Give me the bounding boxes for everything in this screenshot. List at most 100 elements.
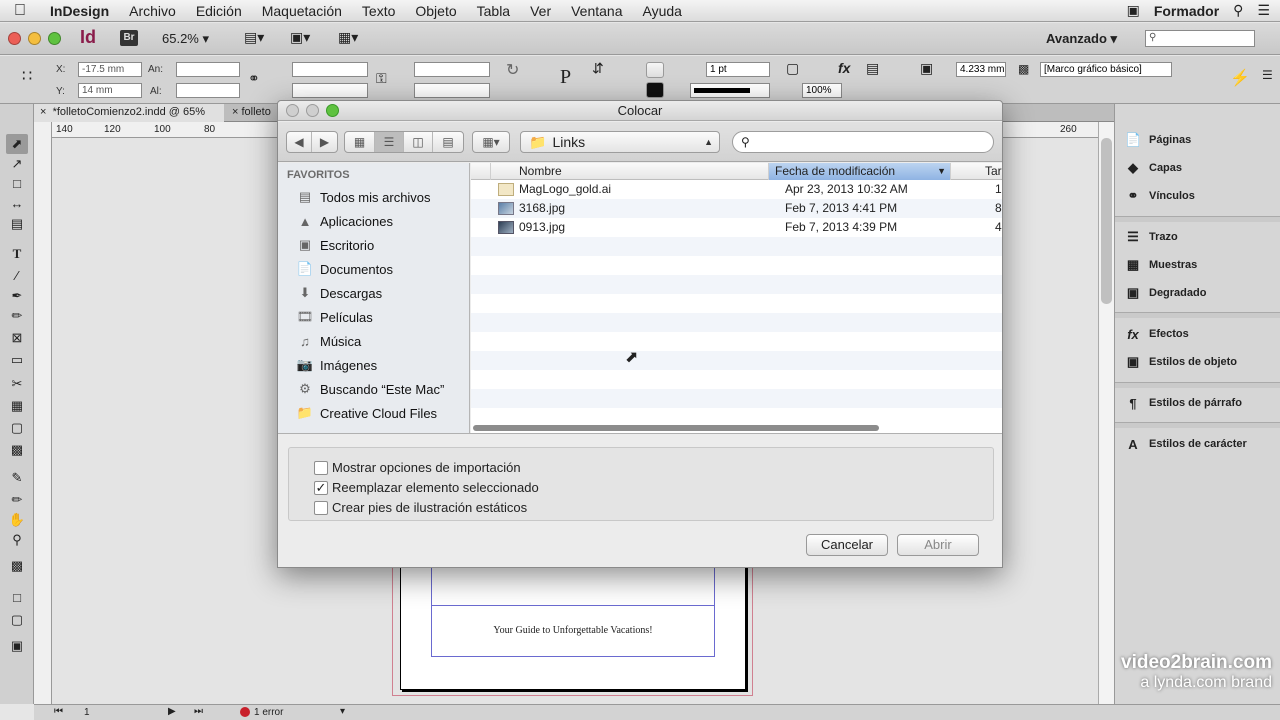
menu-objeto[interactable]: Objeto xyxy=(405,3,466,19)
gradient-feather-tool-icon[interactable]: ▩ xyxy=(6,440,28,460)
sidebar-item-musica[interactable]: ♫ Música xyxy=(296,329,361,353)
document-page[interactable]: Your Guide to Unforgettable Vacations! xyxy=(400,560,746,690)
panel-degradado[interactable]: ▣ Degradado xyxy=(1125,281,1207,305)
user-name[interactable]: Formador xyxy=(1154,3,1219,19)
sidebar-item-todos[interactable]: ▤ Todos mis archivos xyxy=(296,185,431,209)
menu-tabla[interactable]: Tabla xyxy=(467,3,520,19)
frame-size-icon[interactable]: ▣ xyxy=(920,60,933,77)
opacity-field[interactable]: 100% xyxy=(802,83,842,98)
note-tool-icon[interactable]: ✎ xyxy=(6,468,28,488)
dialog-zoom-button[interactable] xyxy=(326,104,339,117)
finder-search-input[interactable]: ⚲ xyxy=(732,131,994,153)
column-name[interactable]: Nombre xyxy=(491,163,769,180)
stroke-swatch[interactable] xyxy=(646,82,664,98)
gradient-swatch-tool-icon[interactable]: ▢ xyxy=(6,418,28,438)
panel-trazo[interactable]: ☰ Trazo xyxy=(1125,225,1178,249)
cancel-button[interactable]: Cancelar xyxy=(806,534,888,556)
preflight-menu-icon[interactable]: ▾ xyxy=(340,706,345,717)
minimize-window-button[interactable] xyxy=(28,32,41,45)
fill-stroke-icon[interactable]: ▩ xyxy=(6,556,28,576)
view-mode-icon[interactable]: ▣ xyxy=(6,636,28,656)
forward-button[interactable]: ▶ xyxy=(312,132,337,152)
selection-tool-icon[interactable]: ⬈ xyxy=(6,134,28,154)
menu-app[interactable]: InDesign xyxy=(40,3,119,19)
option-create-captions[interactable]: Crear pies de ilustración estáticos xyxy=(314,500,527,515)
zoom-window-button[interactable] xyxy=(48,32,61,45)
scroll-thumb[interactable] xyxy=(1101,138,1112,304)
file-row[interactable]: MagLogo_gold.ai Apr 23, 2013 10:32 AM 1 xyxy=(471,180,1002,199)
checkbox-show-import[interactable] xyxy=(314,460,328,475)
menu-ventana[interactable]: Ventana xyxy=(561,3,632,19)
sidebar-item-documentos[interactable]: 📄 Documentos xyxy=(296,257,393,281)
dialog-titlebar[interactable]: Colocar xyxy=(278,101,1002,121)
option-replace-selected[interactable]: ✓ Reemplazar elemento seleccionado xyxy=(314,480,539,495)
arrange-button[interactable]: ▦▾ xyxy=(472,131,510,153)
panel-estilos-caracter[interactable]: A Estilos de carácter xyxy=(1125,432,1247,456)
align-icon[interactable]: ▤ xyxy=(866,60,879,77)
stroke-type-select[interactable] xyxy=(690,83,770,98)
reference-point-icon[interactable]: ∷ xyxy=(22,66,32,86)
height-field[interactable] xyxy=(176,83,240,98)
back-button[interactable]: ◀ xyxy=(287,132,312,152)
preflight-status[interactable]: 1 error xyxy=(254,707,283,718)
y-field[interactable]: 14 mm xyxy=(78,83,142,98)
coverflow-view-icon[interactable]: ▤ xyxy=(433,132,463,152)
horizontal-scrollbar[interactable] xyxy=(473,425,879,431)
view-options-icon[interactable]: ▤▾ xyxy=(244,29,264,46)
x-field[interactable]: -17.5 mm xyxy=(78,62,142,77)
sidebar-item-imagenes[interactable]: 📷 Imágenes xyxy=(296,353,377,377)
corner-size-field[interactable]: 4.233 mm xyxy=(956,62,1006,77)
scale-x-field[interactable] xyxy=(292,62,368,77)
column-view-icon[interactable]: ◫ xyxy=(404,132,433,152)
column-size[interactable]: Tar xyxy=(951,163,1002,180)
stroke-weight-field[interactable]: 1 pt xyxy=(706,62,770,77)
fx-icon[interactable]: fx xyxy=(838,60,850,76)
formatting-container-icon[interactable]: □ xyxy=(6,588,28,608)
panel-muestras[interactable]: ▦ Muestras xyxy=(1125,253,1197,277)
panel-group-divider[interactable] xyxy=(1115,312,1280,318)
dialog-close-button[interactable] xyxy=(286,104,299,117)
panel-group-divider[interactable] xyxy=(1115,216,1280,222)
workspace-select[interactable]: Avanzado ▾ xyxy=(1046,31,1117,47)
scale-y-field[interactable] xyxy=(292,83,368,98)
page-tool-icon[interactable]: □ xyxy=(6,174,28,194)
pen-tool-icon[interactable]: ✒ xyxy=(6,286,28,306)
panel-group-divider[interactable] xyxy=(1115,382,1280,388)
panel-efectos[interactable]: fx Efectos xyxy=(1125,322,1189,346)
panel-estilos-parrafo[interactable]: ¶ Estilos de párrafo xyxy=(1125,391,1242,415)
scissors-tool-icon[interactable]: ✂ xyxy=(6,374,28,394)
free-transform-tool-icon[interactable]: ▦ xyxy=(6,396,28,416)
sidebar-item-creative-cloud[interactable]: 📁 Creative Cloud Files xyxy=(296,401,437,425)
sidebar-item-descargas[interactable]: ⬇ Descargas xyxy=(296,281,383,305)
fitting-icon[interactable]: ▢ xyxy=(786,60,799,77)
sidebar-item-escritorio[interactable]: ▣ Escritorio xyxy=(296,233,374,257)
constrain-proportions-icon[interactable]: ⚭ xyxy=(248,70,260,87)
rotate-field[interactable] xyxy=(414,62,490,77)
menu-ver[interactable]: Ver xyxy=(520,3,561,19)
vertical-ruler[interactable] xyxy=(34,122,52,704)
zoom-tool-icon[interactable]: ⚲ xyxy=(6,530,28,550)
gap-tool-icon[interactable]: ↔ xyxy=(6,194,28,214)
folder-path-select[interactable]: 📁 Links ▲ xyxy=(520,131,720,153)
screen-record-icon[interactable]: ▣ xyxy=(1127,2,1140,19)
type-tool-icon[interactable]: T xyxy=(6,244,28,264)
menu-maquetacion[interactable]: Maquetación xyxy=(252,3,352,19)
icon-view-icon[interactable]: ▦ xyxy=(345,132,375,152)
menu-archivo[interactable]: Archivo xyxy=(119,3,186,19)
rotate-icon[interactable]: ↻ xyxy=(506,60,519,80)
spotlight-search-icon[interactable]: ⚲ xyxy=(1233,2,1243,19)
tab-folletocomienzo2[interactable]: × *folletoComienzo2.indd @ 65% xyxy=(34,104,224,122)
menu-edicion[interactable]: Edición xyxy=(186,3,252,19)
help-search-input[interactable]: ⚲ xyxy=(1145,30,1255,47)
column-date[interactable]: Fecha de modificación ▼ xyxy=(769,163,951,180)
fill-swatch[interactable] xyxy=(646,62,664,78)
vertical-scrollbar[interactable] xyxy=(1098,122,1114,704)
lightning-icon[interactable]: ⚡ xyxy=(1230,68,1250,88)
line-tool-icon[interactable]: ∕ xyxy=(6,266,28,286)
rectangle-frame-tool-icon[interactable]: ⊠ xyxy=(6,328,28,348)
last-page-icon[interactable]: ⏭ xyxy=(194,706,203,717)
panel-capas[interactable]: ◆ Capas xyxy=(1125,156,1182,180)
sidebar-item-aplicaciones[interactable]: ▲ Aplicaciones xyxy=(296,209,393,233)
next-page-icon[interactable]: ▶ xyxy=(168,706,176,717)
dialog-minimize-button[interactable] xyxy=(306,104,319,117)
